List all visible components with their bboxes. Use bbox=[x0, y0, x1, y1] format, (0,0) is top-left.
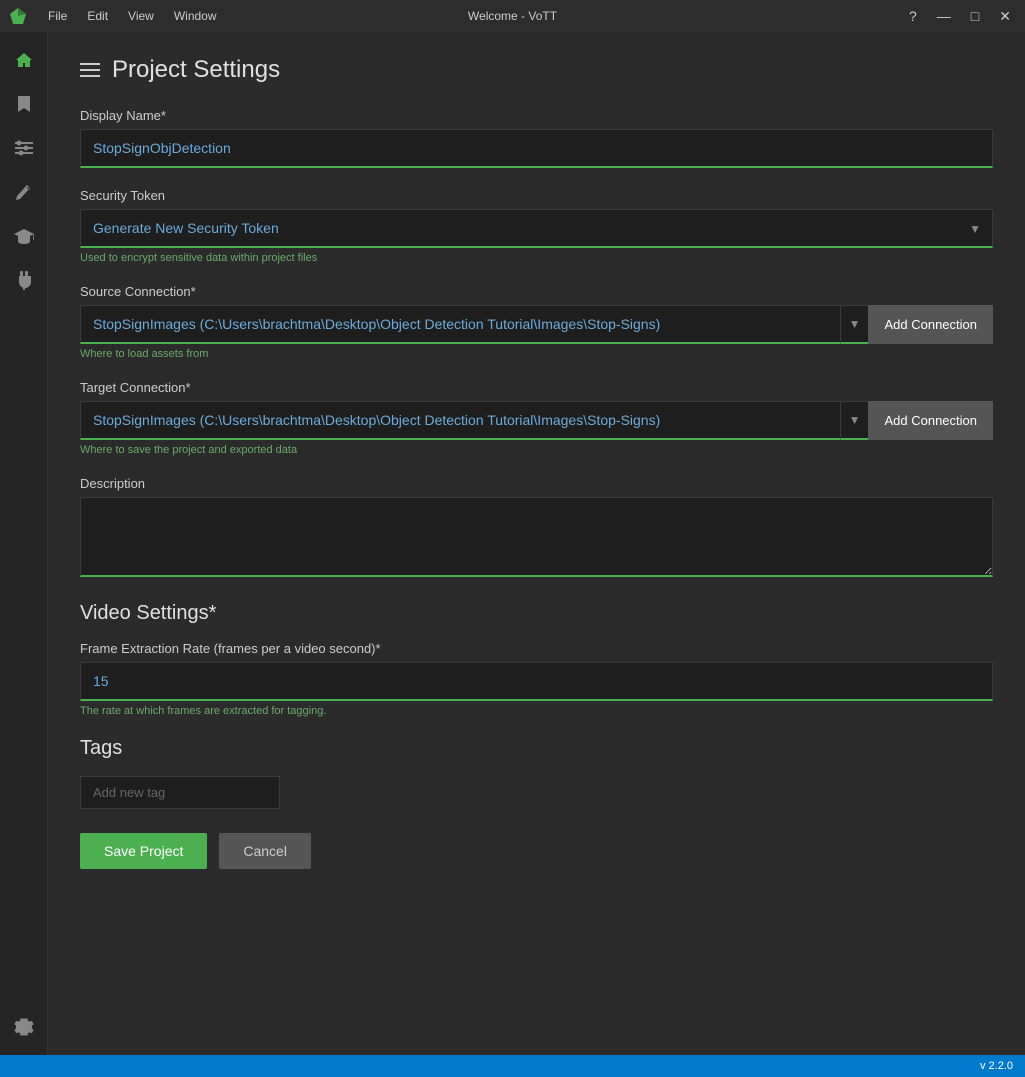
menu-edit[interactable]: Edit bbox=[83, 7, 112, 25]
source-connection-hint: Where to load assets from bbox=[80, 348, 993, 360]
source-connection-arrow-icon: ▼ bbox=[840, 305, 869, 344]
graduation-icon bbox=[14, 227, 34, 245]
sidebar-icon-settings[interactable] bbox=[4, 1007, 44, 1047]
target-connection-hint: Where to save the project and exported d… bbox=[80, 444, 993, 456]
security-token-select-wrapper: Generate New Security Token ▼ bbox=[80, 209, 993, 248]
display-name-group: Display Name* bbox=[80, 108, 993, 168]
sidebar-icon-home[interactable] bbox=[4, 40, 44, 80]
tags-section: Tags bbox=[80, 737, 993, 809]
sidebar-icon-edit[interactable] bbox=[4, 172, 44, 212]
window-controls: ? — □ ✕ bbox=[903, 7, 1017, 25]
main-content: Project Settings Display Name* Security … bbox=[48, 32, 1025, 1055]
app-title: Welcome - VoTT bbox=[468, 9, 557, 23]
frame-rate-group: Frame Extraction Rate (frames per a vide… bbox=[80, 641, 993, 717]
source-connection-select[interactable]: StopSignImages (C:\Users\brachtma\Deskto… bbox=[80, 305, 840, 344]
bookmark-icon bbox=[15, 94, 33, 114]
edit-icon bbox=[15, 183, 33, 201]
source-connection-row: StopSignImages (C:\Users\brachtma\Deskto… bbox=[80, 305, 993, 344]
tags-title: Tags bbox=[80, 737, 993, 760]
sidebar-icon-plugin[interactable] bbox=[4, 260, 44, 300]
frame-rate-label: Frame Extraction Rate (frames per a vide… bbox=[80, 641, 993, 656]
menu-bar: File Edit View Window bbox=[44, 7, 221, 25]
target-connection-group: Target Connection* StopSignImages (C:\Us… bbox=[80, 380, 993, 456]
hamburger-icon[interactable] bbox=[80, 63, 100, 77]
sidebar-icon-graduation[interactable] bbox=[4, 216, 44, 256]
target-add-connection-button[interactable]: Add Connection bbox=[868, 401, 993, 440]
video-settings-section: Video Settings* Frame Extraction Rate (f… bbox=[80, 602, 993, 717]
security-token-select[interactable]: Generate New Security Token bbox=[80, 209, 993, 248]
source-connection-group: Source Connection* StopSignImages (C:\Us… bbox=[80, 284, 993, 360]
sidebar-icon-bookmark[interactable] bbox=[4, 84, 44, 124]
close-button[interactable]: ✕ bbox=[993, 7, 1017, 25]
display-name-label: Display Name* bbox=[80, 108, 993, 123]
video-settings-title: Video Settings* bbox=[80, 602, 993, 625]
sidebar bbox=[0, 32, 48, 1055]
frame-rate-hint: The rate at which frames are extracted f… bbox=[80, 705, 993, 717]
app-logo bbox=[8, 6, 28, 26]
target-connection-label: Target Connection* bbox=[80, 380, 993, 395]
home-icon bbox=[14, 50, 34, 70]
description-textarea[interactable] bbox=[80, 497, 993, 577]
target-connection-select[interactable]: StopSignImages (C:\Users\brachtma\Deskto… bbox=[80, 401, 840, 440]
cancel-button[interactable]: Cancel bbox=[219, 833, 311, 869]
maximize-button[interactable]: □ bbox=[965, 7, 985, 25]
tags-input[interactable] bbox=[80, 776, 280, 809]
menu-view[interactable]: View bbox=[124, 7, 158, 25]
sidebar-icon-sliders[interactable] bbox=[4, 128, 44, 168]
settings-gear-icon bbox=[14, 1017, 34, 1037]
display-name-input[interactable] bbox=[80, 129, 993, 168]
security-token-hint: Used to encrypt sensitive data within pr… bbox=[80, 252, 993, 264]
description-label: Description bbox=[80, 476, 993, 491]
page-title: Project Settings bbox=[112, 56, 280, 84]
frame-rate-input[interactable] bbox=[80, 662, 993, 701]
sliders-icon bbox=[14, 140, 34, 156]
description-group: Description bbox=[80, 476, 993, 582]
security-token-label: Security Token bbox=[80, 188, 993, 203]
status-bar: v 2.2.0 bbox=[0, 1055, 1025, 1077]
source-add-connection-button[interactable]: Add Connection bbox=[868, 305, 993, 344]
target-connection-row: StopSignImages (C:\Users\brachtma\Deskto… bbox=[80, 401, 993, 440]
menu-window[interactable]: Window bbox=[170, 7, 221, 25]
menu-file[interactable]: File bbox=[44, 7, 71, 25]
title-bar-left: File Edit View Window bbox=[8, 6, 221, 26]
page-title-row: Project Settings bbox=[80, 56, 993, 84]
target-connection-arrow-icon: ▼ bbox=[840, 401, 869, 440]
version-label: v 2.2.0 bbox=[980, 1060, 1013, 1072]
action-buttons: Save Project Cancel bbox=[80, 833, 993, 869]
plugin-icon bbox=[15, 270, 33, 290]
help-button[interactable]: ? bbox=[903, 7, 923, 25]
minimize-button[interactable]: — bbox=[931, 7, 957, 25]
title-bar: File Edit View Window Welcome - VoTT ? —… bbox=[0, 0, 1025, 32]
save-project-button[interactable]: Save Project bbox=[80, 833, 207, 869]
source-connection-label: Source Connection* bbox=[80, 284, 993, 299]
security-token-group: Security Token Generate New Security Tok… bbox=[80, 188, 993, 264]
app-body: Project Settings Display Name* Security … bbox=[0, 32, 1025, 1055]
